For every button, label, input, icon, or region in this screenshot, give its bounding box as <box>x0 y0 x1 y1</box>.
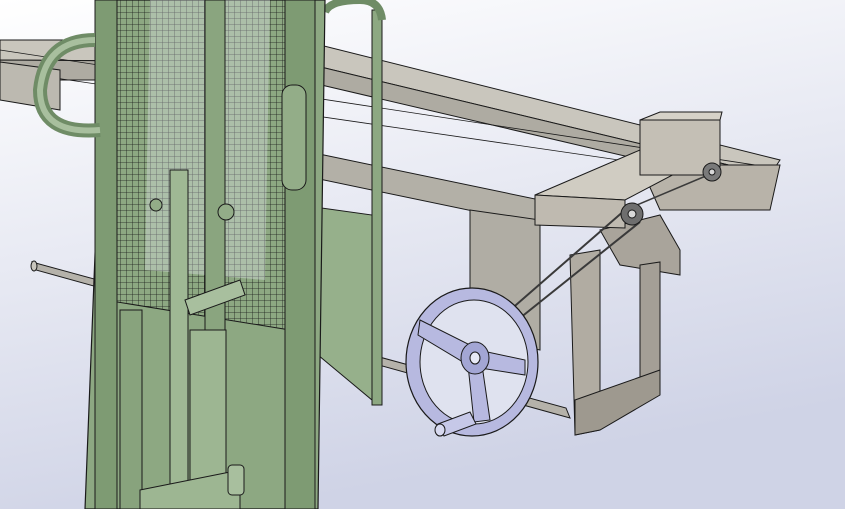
lower-column <box>119 309 143 509</box>
tower-post <box>94 0 118 509</box>
bracket-leg-right <box>639 261 661 381</box>
ladder-rail <box>371 9 383 406</box>
latch-knob <box>217 203 235 221</box>
tower-post <box>169 169 189 509</box>
cad-viewport[interactable] <box>0 0 845 509</box>
base-foot <box>227 464 245 496</box>
handwheel-crank-end <box>434 423 446 437</box>
tower-post <box>284 0 316 509</box>
frame-grip <box>281 84 307 191</box>
shaft-end <box>30 260 38 272</box>
latch-knob <box>149 198 163 212</box>
handwheel[interactable] <box>405 287 539 437</box>
pulley-hub <box>708 168 716 176</box>
cad-model-render[interactable] <box>0 0 845 509</box>
handwheel-hub-bore <box>469 351 481 365</box>
pulley-hub <box>627 209 637 219</box>
wire-mesh-guard[interactable] <box>104 0 301 331</box>
